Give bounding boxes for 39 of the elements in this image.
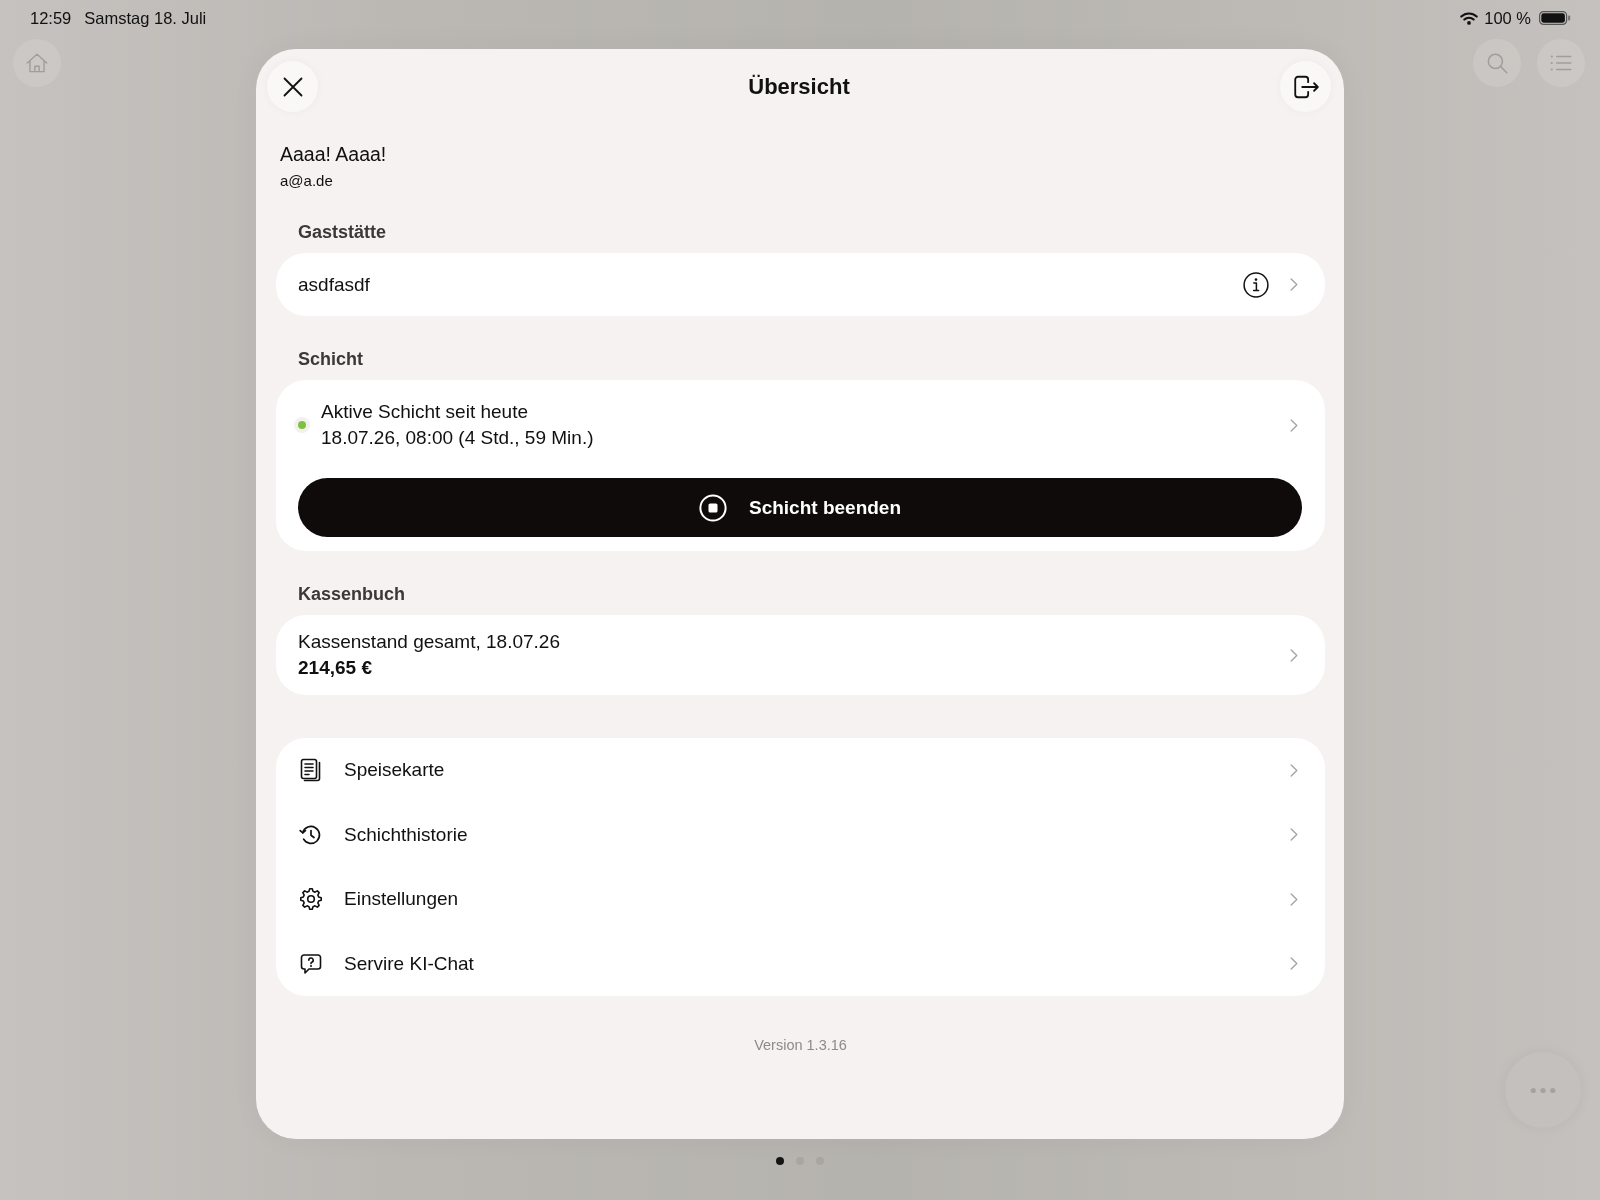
chevron-icon bbox=[1290, 892, 1298, 906]
section-heading: Schicht bbox=[298, 348, 364, 371]
list-button[interactable] bbox=[1537, 39, 1585, 87]
page-dot[interactable] bbox=[776, 1157, 784, 1165]
settings-icon bbox=[299, 887, 323, 912]
battery-icon bbox=[1539, 11, 1571, 25]
venue-row[interactable]: asdfasdf bbox=[276, 253, 1325, 316]
question-bubble-icon bbox=[299, 951, 323, 976]
chevron-icon bbox=[1290, 957, 1298, 971]
stop-icon bbox=[699, 493, 727, 522]
sheet-title: Übersicht bbox=[748, 73, 850, 100]
section-heading: Gaststätte bbox=[298, 221, 388, 244]
close-icon bbox=[282, 76, 303, 97]
home-button[interactable] bbox=[13, 39, 61, 87]
status-dot-icon bbox=[294, 417, 310, 433]
battery-percent: 100 % bbox=[1484, 8, 1531, 28]
menu-item[interactable]: Schichthistorie bbox=[276, 802, 1325, 867]
document-icon bbox=[299, 758, 323, 783]
status-time: 12:59 bbox=[30, 8, 72, 28]
user-email: a@a.de bbox=[280, 171, 334, 191]
info-icon bbox=[1243, 271, 1269, 298]
chevron-icon bbox=[1290, 278, 1298, 291]
chevron-icon bbox=[1290, 763, 1298, 777]
version-text: Version 1.3.16 bbox=[753, 1036, 848, 1055]
chevron-icon bbox=[1290, 648, 1298, 662]
end-shift-button[interactable]: Schicht beenden bbox=[298, 478, 1302, 537]
user-name: Aaaa! Aaaa! bbox=[280, 142, 388, 167]
menu-item[interactable]: Servire KI-Chat bbox=[276, 931, 1325, 996]
shift-row[interactable]: Aktive Schicht seit heute 18.07.26, 08:00 (4 Std., 59 Min.) bbox=[294, 399, 1302, 451]
more-icon bbox=[1530, 1086, 1556, 1094]
cashbook-row[interactable]: Kassenstand gesamt, 18.07.26 214,65 € bbox=[276, 615, 1325, 695]
menu-item[interactable]: Speisekarte bbox=[276, 738, 1325, 803]
status-date: Samstag 18. Juli bbox=[84, 8, 207, 28]
section-heading: Kassenbuch bbox=[298, 583, 407, 606]
chevron-icon bbox=[1290, 828, 1298, 842]
chevron-icon bbox=[1290, 418, 1298, 432]
wifi-icon bbox=[1460, 11, 1479, 25]
search-button[interactable] bbox=[1473, 39, 1521, 87]
menu-item[interactable]: Einstellungen bbox=[276, 867, 1325, 932]
